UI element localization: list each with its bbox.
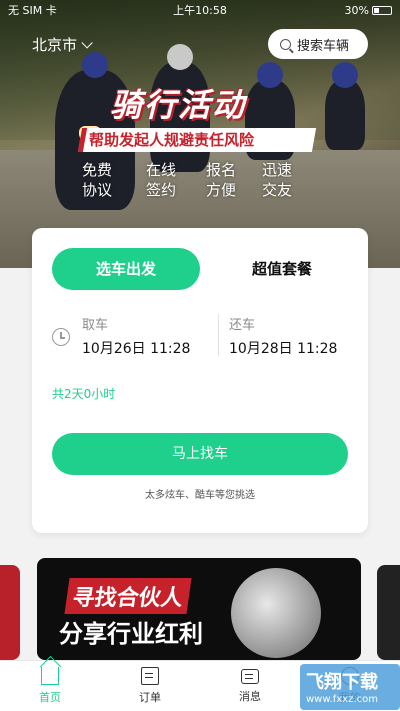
rider-figure — [325, 62, 365, 150]
tab-label: 首页 — [39, 691, 61, 704]
rental-duration: 共2天0小时 — [52, 387, 116, 401]
tab-home[interactable]: 首页 — [0, 661, 100, 711]
pickup-label: 取车 — [82, 318, 109, 333]
hero-headline: 骑行活动 — [110, 86, 247, 124]
promo-card-next[interactable] — [377, 565, 400, 660]
battery-indicator: 30% — [264, 4, 392, 17]
battery-text: 30% — [344, 3, 369, 17]
booking-card: 选车出发 超值套餐 取车 10月26日 11:28 还车 10月28日 11:2… — [32, 228, 368, 533]
watermark-url: www.fxxz.com — [306, 694, 378, 705]
feature-item: 报名 方便 — [206, 161, 237, 199]
promo-line-2: 分享行业红利 — [59, 620, 203, 648]
tab-messages[interactable]: 消息 — [200, 661, 300, 711]
status-bar: 无 SIM 卡 上午10:58 30% — [0, 0, 400, 20]
feature-item: 在线 签约 — [146, 161, 177, 199]
promo-card-prev[interactable] — [0, 565, 20, 660]
return-time[interactable]: 10月28日 11:28 — [229, 338, 337, 358]
clock-text: 上午10:58 — [173, 4, 227, 17]
divider — [218, 314, 219, 356]
tab-label: 消息 — [239, 689, 261, 703]
search-icon — [280, 38, 291, 50]
clock-icon — [52, 328, 70, 346]
promo-line-1: 寻找合伙人 — [64, 578, 192, 614]
hint-text: 太多炫车、酷车等您挑选 — [145, 490, 255, 501]
feature-item: 免费 协议 — [82, 161, 113, 199]
pickup-time[interactable]: 10月26日 11:28 — [82, 338, 190, 358]
return-label: 还车 — [229, 318, 256, 333]
feature-item: 迅速 交友 — [262, 161, 293, 199]
home-icon — [41, 667, 59, 685]
moon-image — [231, 568, 321, 658]
city-label: 北京市 — [32, 36, 78, 54]
tab-label: 订单 — [139, 691, 161, 704]
tab-packages[interactable]: 超值套餐 — [212, 248, 352, 290]
search-placeholder: 搜索车辆 — [297, 38, 350, 54]
city-selector[interactable]: 北京市 — [32, 34, 93, 55]
watermark-logo: 飞翔下载 www.fxxz.com — [300, 664, 400, 710]
tab-orders[interactable]: 订单 — [100, 661, 200, 711]
find-car-button[interactable]: 马上找车 — [52, 433, 348, 475]
message-icon — [241, 668, 259, 684]
battery-icon — [372, 6, 392, 15]
carrier-text: 无 SIM 卡 — [8, 4, 57, 17]
order-icon — [141, 667, 159, 685]
watermark-title: 飞翔下载 — [306, 672, 378, 693]
promo-card[interactable]: 寻找合伙人 分享行业红利 — [37, 558, 361, 660]
tab-select-car[interactable]: 选车出发 — [52, 248, 200, 290]
hero-subline: 帮助发起人规避责任风险 — [77, 128, 317, 152]
search-button[interactable]: 搜索车辆 — [268, 29, 368, 59]
